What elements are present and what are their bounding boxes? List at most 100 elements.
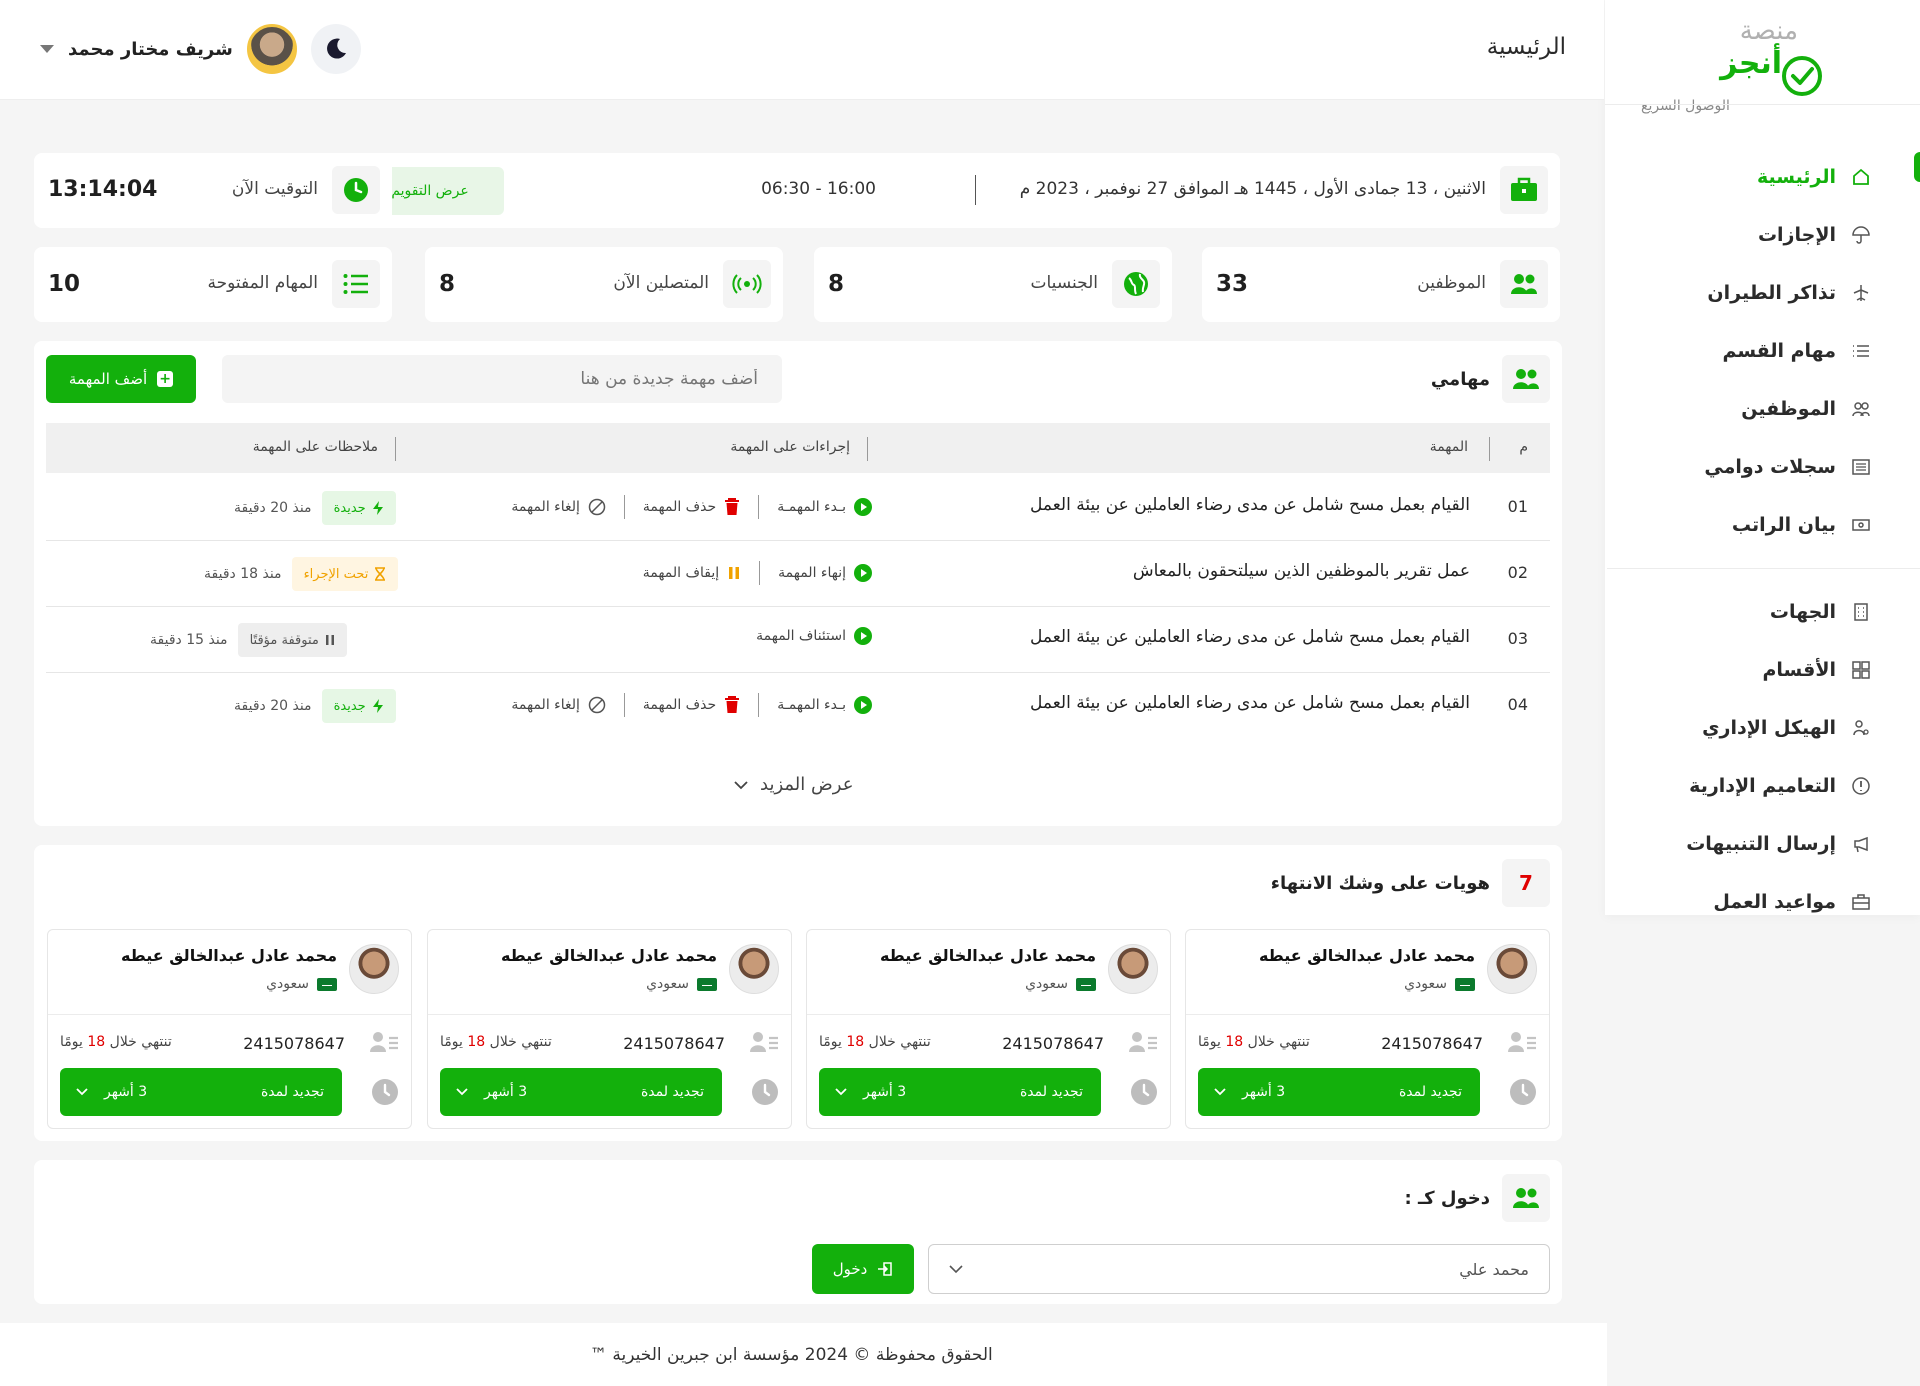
- finish-task-button[interactable]: إنهاء المهمة: [778, 564, 872, 582]
- delete-task-button[interactable]: حذف المهمة: [643, 498, 740, 516]
- task-time-ago: منذ 20 دقيقة: [234, 698, 312, 714]
- duration-select[interactable]: 3 أشهر: [456, 1084, 527, 1100]
- status-badge: جديدة: [321, 689, 396, 723]
- renew-button[interactable]: تجديد لمدة 3 أشهر: [60, 1068, 342, 1116]
- expiry-prefix: تنتهي خلال: [489, 1034, 552, 1050]
- sidebar-item-attendance-logs[interactable]: سجلات دوامي: [1622, 438, 1872, 496]
- sidebar-item-flight-tickets[interactable]: تذاكر الطيران: [1622, 264, 1872, 322]
- user-name[interactable]: شريف مختار محمد: [68, 39, 233, 60]
- sidebar-item-departments[interactable]: الأقسام: [1622, 641, 1872, 699]
- show-more-label: عرض المزيد: [760, 774, 854, 795]
- chevron-down-icon: [456, 1088, 468, 1096]
- clock-icon: [344, 178, 368, 202]
- brand-logo[interactable]: منصة أنجز: [1700, 16, 1822, 96]
- sidebar-item-home[interactable]: الرئيسية: [1622, 148, 1872, 206]
- id-card[interactable]: محمد عادل عبدالخالق عيطه سعودي 241507864…: [427, 929, 792, 1129]
- section-title: دخول كـ :: [1404, 1187, 1490, 1209]
- expiring-count: 7: [1502, 859, 1550, 907]
- duration-select[interactable]: 3 أشهر: [1214, 1084, 1285, 1100]
- delete-task-button[interactable]: حذف المهمة: [643, 696, 740, 714]
- sidebar-item-work-schedules[interactable]: مواعيد العمل: [1622, 873, 1872, 931]
- pause-task-button[interactable]: إيقاف المهمة: [643, 565, 741, 581]
- info-icon: [1850, 775, 1872, 797]
- sidebar-item-label: مواعيد العمل: [1713, 891, 1836, 913]
- id-card[interactable]: محمد عادل عبدالخالق عيطه سعودي 241507864…: [47, 929, 412, 1129]
- task-actions: بـدء المهمـة حذف المهمة إلغاء المهمة: [511, 495, 872, 519]
- id-card-icon: [370, 1032, 398, 1052]
- avatar[interactable]: [246, 24, 297, 74]
- stat-open-tasks[interactable]: المهام المفتوحة 10: [34, 247, 392, 322]
- expiry-text: تنتهي خلال 18 يومًا: [819, 1034, 931, 1050]
- section-title: مهامي: [1430, 368, 1490, 390]
- sidebar-item-vacations[interactable]: الإجازات: [1622, 206, 1872, 264]
- list-icon-box: [332, 260, 380, 308]
- sidebar-item-entities[interactable]: الجهات: [1622, 583, 1872, 641]
- show-more-button[interactable]: عرض المزيد: [734, 774, 853, 795]
- add-task-label: أضف المهمة: [68, 370, 148, 388]
- stat-employees[interactable]: الموظفين 33: [1202, 247, 1560, 322]
- megaphone-icon: [1850, 833, 1872, 855]
- start-task-button[interactable]: بـدء المهمـة: [777, 696, 872, 714]
- clock-icon-box: [332, 166, 380, 214]
- id-card[interactable]: محمد عادل عبدالخالق عيطه سعودي 241507864…: [806, 929, 1171, 1129]
- chevron-down-icon: [949, 1265, 963, 1274]
- id-info-row: 2415078647 تنتهي خلال 18 يومًا: [819, 1030, 1158, 1058]
- login-label: دخول: [832, 1260, 868, 1278]
- users-icon-box: [1502, 355, 1550, 403]
- duration-select[interactable]: 3 أشهر: [76, 1084, 147, 1100]
- sidebar-item-department-tasks[interactable]: مهام القسم: [1622, 322, 1872, 380]
- nationality-label: سعودي: [1404, 976, 1447, 992]
- broadcast-icon: [732, 274, 762, 294]
- nationality-label: سعودي: [646, 976, 689, 992]
- user-menu[interactable]: شريف مختار محمد: [40, 24, 361, 74]
- expiry-suffix: يومًا: [1198, 1034, 1221, 1050]
- start-task-button[interactable]: بـدء المهمـة: [777, 498, 872, 516]
- clock-icon: [372, 1079, 398, 1105]
- task-notes: جديدة منذ 20 دقيقة: [234, 491, 396, 525]
- stat-nationalities[interactable]: الجنسيات 8: [814, 247, 1172, 322]
- user-select[interactable]: محمد علي: [928, 1244, 1550, 1294]
- sidebar-item-circulars[interactable]: التعاميم الإدارية: [1622, 757, 1872, 815]
- duration-select[interactable]: 3 أشهر: [835, 1084, 906, 1100]
- dark-mode-toggle[interactable]: [310, 24, 361, 74]
- shift-hours: 06:30 - 16:00: [761, 179, 876, 199]
- renew-button[interactable]: تجديد لمدة 3 أشهر: [819, 1068, 1101, 1116]
- task-number: 04: [1507, 695, 1528, 714]
- avatar: [1108, 944, 1158, 994]
- nationality-label: سعودي: [266, 976, 309, 992]
- new-task-input[interactable]: [222, 355, 782, 403]
- id-number: 2415078647: [243, 1034, 345, 1053]
- sidebar-item-send-alerts[interactable]: إرسال التنبيهات: [1622, 815, 1872, 873]
- add-task-button[interactable]: + أضف المهمة: [46, 355, 196, 403]
- briefcase-icon: [1850, 891, 1872, 913]
- renew-button[interactable]: تجديد لمدة 3 أشهر: [1198, 1068, 1480, 1116]
- action-label: إلغاء المهمة: [511, 499, 580, 515]
- avatar: [729, 944, 779, 994]
- column-header-actions: إجراءات على المهمة: [730, 439, 850, 455]
- cancel-task-button[interactable]: إلغاء المهمة: [511, 696, 606, 714]
- moon-icon: [326, 38, 346, 59]
- renew-label: تجديد لمدة: [1398, 1084, 1462, 1100]
- home-icon: [1850, 166, 1872, 188]
- employee-name: محمد عادل عبدالخالق عيطه: [1258, 946, 1475, 965]
- stat-online-now[interactable]: المتصلين الآن 8: [425, 247, 783, 322]
- nationality: سعودي: [646, 976, 717, 992]
- pause-icon: [325, 635, 334, 645]
- sidebar-item-employees[interactable]: الموظفين: [1622, 380, 1872, 438]
- sidebar-item-salary[interactable]: بيان الراتب: [1622, 496, 1872, 554]
- task-actions: استئناف المهمة: [756, 627, 872, 645]
- action-label: بـدء المهمـة: [777, 697, 846, 713]
- renew-button[interactable]: تجديد لمدة 3 أشهر: [440, 1068, 722, 1116]
- cancel-task-button[interactable]: إلغاء المهمة: [511, 498, 606, 516]
- caret-down-icon[interactable]: [40, 45, 54, 53]
- resume-task-button[interactable]: استئناف المهمة: [756, 627, 872, 645]
- date-bar: الاثنين ، 13 جمادى الأول ، 1445 هـ الموا…: [342, 153, 1560, 228]
- login-button[interactable]: دخول: [812, 1244, 914, 1294]
- briefcase-icon: [1511, 177, 1537, 201]
- stat-label: المتصلين الآن: [613, 273, 709, 293]
- id-card[interactable]: محمد عادل عبدالخالق عيطه سعودي 241507864…: [1185, 929, 1550, 1129]
- time-value: 13:14:04: [48, 177, 158, 202]
- sidebar-item-org-structure[interactable]: الهيكل الإداري: [1622, 699, 1872, 757]
- users-icon: [1513, 369, 1539, 389]
- expiring-ids-section: 7 هويات على وشك الانتهاء محمد عادل عبدال…: [34, 845, 1562, 1141]
